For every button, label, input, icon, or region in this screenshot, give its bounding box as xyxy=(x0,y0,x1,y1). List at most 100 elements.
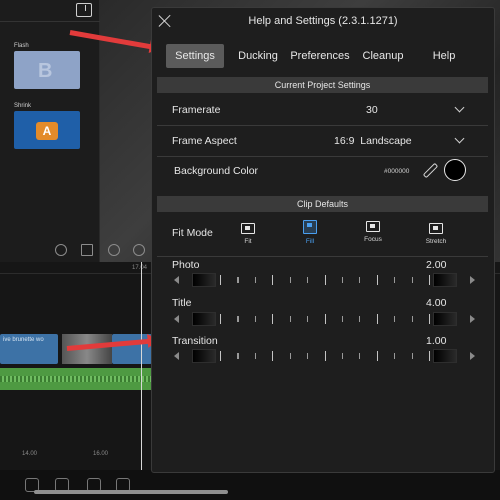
thumbnail-flash[interactable]: B xyxy=(14,51,80,89)
fit-mode-label: Fit Mode xyxy=(172,227,213,239)
slider-tick xyxy=(254,277,256,283)
grid-icon[interactable] xyxy=(81,244,93,256)
slider-tick xyxy=(324,275,326,285)
slider-tick xyxy=(429,314,431,324)
chevron-left-icon xyxy=(174,276,179,284)
fit-mode-option-label: Focus xyxy=(364,236,382,243)
chevron-down-icon[interactable] xyxy=(454,102,465,113)
panel-header: Help and Settings (2.3.1.1271) xyxy=(152,8,494,35)
info-icon[interactable] xyxy=(108,244,120,256)
slider-tick xyxy=(359,353,361,359)
section-header-project: Current Project Settings xyxy=(157,77,488,93)
chevron-left-icon xyxy=(174,352,179,360)
panel-title: Help and Settings (2.3.1.1271) xyxy=(248,15,398,27)
title-duration-slider[interactable] xyxy=(174,312,475,326)
section-header-clip-defaults: Clip Defaults xyxy=(157,196,488,212)
fit-mode-option-label: Fit xyxy=(244,238,252,245)
tab-ducking[interactable]: Ducking xyxy=(232,44,284,68)
background-color-swatch[interactable] xyxy=(444,159,466,181)
slider-tick xyxy=(307,353,309,359)
export-icon[interactable] xyxy=(76,3,92,17)
title-duration-label: Title xyxy=(172,297,192,309)
slider-tick xyxy=(272,314,274,324)
photo-duration-slider[interactable] xyxy=(174,273,475,287)
fit-mode-focus[interactable]: Focus xyxy=(353,221,393,243)
tag-icon[interactable] xyxy=(133,244,145,256)
chevron-right-icon xyxy=(470,352,475,360)
tab-preferences[interactable]: Preferences xyxy=(288,44,352,68)
divider xyxy=(157,156,488,157)
background-color-label: Background Color xyxy=(174,165,259,177)
thumbnail-label-shrink: Shrink xyxy=(14,103,32,109)
chevron-left-icon xyxy=(174,315,179,323)
slider-tick xyxy=(237,316,239,322)
photo-duration-value: 2.00 xyxy=(426,259,447,271)
slider-tick xyxy=(341,277,344,283)
playhead[interactable] xyxy=(141,262,142,500)
media-library-panel: Flash B Shrink A xyxy=(0,0,100,262)
help-settings-panel: Help and Settings (2.3.1.1271) Settings … xyxy=(151,7,495,473)
background-color-hex: #000000 xyxy=(384,168,410,175)
slider-tick xyxy=(429,351,431,361)
slider-tick xyxy=(289,316,291,322)
transition-duration-slider[interactable] xyxy=(174,349,475,363)
frame-aspect-value[interactable]: 16:9 Landscape xyxy=(334,135,412,147)
chevron-right-icon xyxy=(470,315,475,323)
fit-mode-stretch[interactable]: Stretch xyxy=(416,223,456,245)
tab-cleanup[interactable]: Cleanup xyxy=(358,44,408,68)
slider-min-box xyxy=(192,273,216,287)
slider-tick xyxy=(254,316,256,322)
slider-tick xyxy=(307,316,309,322)
slider-min-box xyxy=(192,312,216,326)
slider-tick xyxy=(272,275,274,285)
thumbnail-shrink[interactable]: A xyxy=(14,111,80,149)
thumbnail-letter: B xyxy=(38,60,53,82)
ruler-label: 16.00 xyxy=(93,451,109,457)
fit-mode-option-label: Stretch xyxy=(425,238,447,245)
fill-icon xyxy=(303,220,317,234)
stretch-icon xyxy=(429,223,443,234)
slider-tick xyxy=(307,277,309,283)
slider-tick xyxy=(324,351,326,361)
zoom-icon[interactable] xyxy=(55,244,67,256)
slider-tick xyxy=(394,316,396,322)
slider-max-box xyxy=(433,273,457,287)
home-indicator xyxy=(34,490,228,494)
tab-help[interactable]: Help xyxy=(426,44,462,68)
title-duration-value: 4.00 xyxy=(426,297,447,309)
slider-tick xyxy=(411,277,413,283)
slider-max-box xyxy=(433,349,457,363)
slider-tick xyxy=(237,277,239,283)
chevron-down-icon[interactable] xyxy=(454,133,465,144)
timeline-video-clip[interactable]: ive brunette wo xyxy=(0,334,58,364)
slider-tick xyxy=(324,314,326,324)
timeline-audio-clip[interactable] xyxy=(0,368,152,390)
focus-icon xyxy=(366,221,380,232)
slider-tick xyxy=(376,351,378,361)
slider-max-box xyxy=(433,312,457,326)
slider-tick xyxy=(272,351,274,361)
bottom-toolbar xyxy=(0,470,500,500)
fit-mode-fit[interactable]: Fit xyxy=(228,223,268,245)
slider-tick xyxy=(220,314,222,324)
ruler-label: 14.00 xyxy=(22,451,38,457)
transition-duration-value: 1.00 xyxy=(426,335,447,347)
fit-mode-option-label: Fill xyxy=(305,238,315,245)
slider-tick xyxy=(359,316,361,322)
fit-icon xyxy=(241,223,255,234)
media-panel-header xyxy=(0,0,100,22)
slider-tick xyxy=(376,314,378,324)
ruler-label: 17.04 xyxy=(132,265,148,271)
slider-tick xyxy=(220,275,222,285)
divider xyxy=(157,256,488,257)
transition-duration-label: Transition xyxy=(172,335,218,347)
slider-tick xyxy=(220,351,222,361)
framerate-value[interactable]: 30 xyxy=(366,104,378,116)
frame-aspect-label: Frame Aspect xyxy=(172,135,237,147)
thumbnail-letter: A xyxy=(36,122,58,140)
fit-mode-fill[interactable]: Fill xyxy=(290,220,330,245)
slider-tick xyxy=(289,277,291,283)
slider-min-box xyxy=(192,349,216,363)
tab-settings[interactable]: Settings xyxy=(166,44,224,68)
eyedropper-icon[interactable] xyxy=(422,163,436,177)
